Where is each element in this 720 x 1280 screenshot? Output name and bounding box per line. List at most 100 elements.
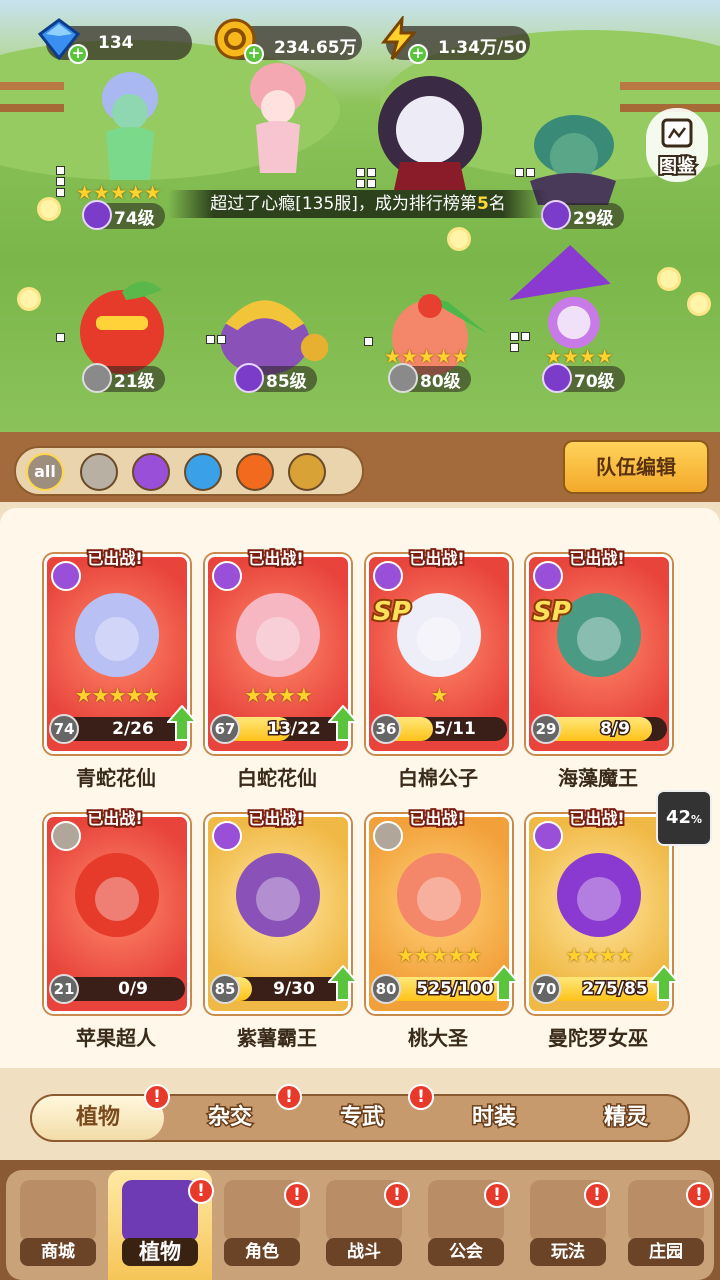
hero-level: 80级	[420, 371, 461, 392]
formation-indicator	[356, 168, 376, 188]
card-level: 70	[531, 974, 561, 1004]
potion-icon[interactable]	[132, 453, 170, 491]
plant-card[interactable]: 已出战! ★★★★ 67 13/22	[205, 547, 358, 754]
card-level: 67	[210, 714, 240, 744]
card-stars: ★★★★★	[74, 683, 161, 707]
upgrade-arrow-icon	[649, 965, 679, 1001]
upgrade-arrow-icon	[328, 965, 358, 1001]
download-percent: 42	[665, 807, 692, 828]
potion-icon	[212, 821, 242, 851]
add-energy-button[interactable]: +	[408, 44, 428, 64]
atlas-button[interactable]: 图鉴	[646, 108, 708, 182]
card-level: 21	[49, 974, 79, 1004]
deployed-tag: 已出战!	[246, 807, 305, 830]
tab-exclusive-weapon[interactable]: 专武	[296, 1096, 428, 1140]
toast-rank: 5	[476, 194, 489, 214]
tab-fashion[interactable]: 时装	[428, 1096, 560, 1140]
sword-icon[interactable]	[80, 453, 118, 491]
element-filter-bar: all	[14, 446, 364, 496]
energy-counter[interactable]: + 1.34万/50	[380, 16, 530, 64]
add-gem-button[interactable]: +	[68, 44, 88, 64]
shard-progress-bar: 74 2/26	[49, 714, 185, 744]
plant-card[interactable]: 已出战! ★★★★★ 74 2/26	[44, 547, 197, 754]
nav-shop[interactable]: 商城	[6, 1170, 110, 1280]
hero-level: 21级	[114, 371, 155, 392]
plant-card[interactable]: 已出战! ★★★★★ 80 525/100	[366, 807, 519, 1014]
sp-badge: SP	[531, 595, 573, 629]
plant-card[interactable]: 已出战! 21 0/9	[44, 807, 190, 1014]
plant-portrait	[75, 593, 159, 677]
card-stars: ★★★★★	[396, 943, 483, 967]
lightning-icon[interactable]	[288, 453, 326, 491]
gem-counter[interactable]: + 134	[37, 18, 192, 64]
sword-icon	[388, 363, 418, 393]
plant-name: 苹果超人	[76, 1026, 156, 1050]
gem-value: 134	[98, 33, 134, 53]
card-level: 80	[371, 974, 401, 1004]
filter-all[interactable]: all	[26, 453, 64, 491]
nav-label: 公会	[428, 1238, 504, 1266]
energy-value: 1.34万/50	[438, 38, 527, 58]
hero-level-badge: 29级	[541, 200, 624, 230]
hero-cotton-prince[interactable]	[370, 72, 490, 192]
hero-level-badge: 70级	[542, 363, 625, 393]
water-icon[interactable]	[184, 453, 222, 491]
sub-tab-bar: 植物 杂交 专武 时装 精灵	[30, 1094, 690, 1142]
download-progress[interactable]: 42%	[656, 790, 712, 846]
formation-indicator	[56, 166, 65, 197]
plant-name: 紫薯霸王	[237, 1026, 317, 1050]
hero-level: 70级	[574, 371, 615, 392]
hero-white-snake-fairy[interactable]	[218, 55, 338, 175]
card-level: 36	[371, 714, 401, 744]
shard-progress-bar: 85 9/30	[210, 974, 346, 1004]
plant-card[interactable]: 已出战! SP ★ 36 5/11	[366, 547, 512, 754]
team-edit-button[interactable]: 队伍编辑	[563, 440, 709, 494]
deployed-tag: 已出战!	[567, 547, 626, 570]
flower	[40, 200, 58, 218]
plant-name: 白棉公子	[398, 766, 478, 790]
potion-icon	[212, 561, 242, 591]
formation-indicator	[364, 337, 373, 346]
deployed-tag: 已出战!	[246, 547, 305, 570]
alert-badge: !	[276, 1084, 302, 1110]
fire-icon[interactable]	[236, 453, 274, 491]
deployed-tag: 已出战!	[407, 807, 466, 830]
alert-badge: !	[188, 1178, 214, 1204]
upgrade-arrow-icon	[167, 705, 197, 741]
formation-indicator	[510, 332, 530, 352]
plant-card[interactable]: 已出战! SP 29 8/9	[526, 547, 672, 754]
tab-spirit[interactable]: 精灵	[560, 1096, 692, 1140]
shop-icon	[20, 1180, 96, 1242]
deployed-tag: 已出战!	[85, 807, 144, 830]
hero-level: 85级	[266, 371, 307, 392]
hero-level-badge: 21级	[82, 363, 165, 393]
upgrade-arrow-icon	[489, 965, 519, 1001]
card-level: 85	[210, 974, 240, 1004]
alert-badge: !	[284, 1182, 310, 1208]
tab-plants[interactable]: 植物	[32, 1096, 164, 1140]
nav-label: 商城	[20, 1238, 96, 1266]
card-stars: ★★★★	[565, 943, 634, 967]
plant-portrait	[75, 853, 159, 937]
alert-badge: !	[484, 1182, 510, 1208]
potion-icon	[542, 363, 572, 393]
deployed-tag: 已出战!	[85, 547, 144, 570]
tab-hybrid[interactable]: 杂交	[164, 1096, 296, 1140]
hero-level-badge: 85级	[234, 363, 317, 393]
plant-name: 海藻魔王	[558, 766, 638, 790]
potion-icon	[533, 561, 563, 591]
shard-progress-bar: 70 275/85	[531, 974, 667, 1004]
hero-level-badge: 74级	[82, 200, 165, 230]
flower	[450, 230, 468, 248]
flower	[660, 270, 678, 288]
flower	[20, 290, 38, 308]
hero-level: 29级	[573, 208, 614, 229]
plant-name: 曼陀罗女巫	[548, 1026, 648, 1050]
plants-icon	[122, 1180, 198, 1242]
plant-card[interactable]: 已出战! ★★★★ 70 275/85	[526, 807, 679, 1014]
deployed-tag: 已出战!	[567, 807, 626, 830]
hero-green-snake-fairy[interactable]	[70, 62, 190, 182]
plant-portrait	[397, 593, 481, 677]
plant-card[interactable]: 已出战! 85 9/30	[205, 807, 358, 1014]
hero-level-badge: 80级	[388, 363, 471, 393]
